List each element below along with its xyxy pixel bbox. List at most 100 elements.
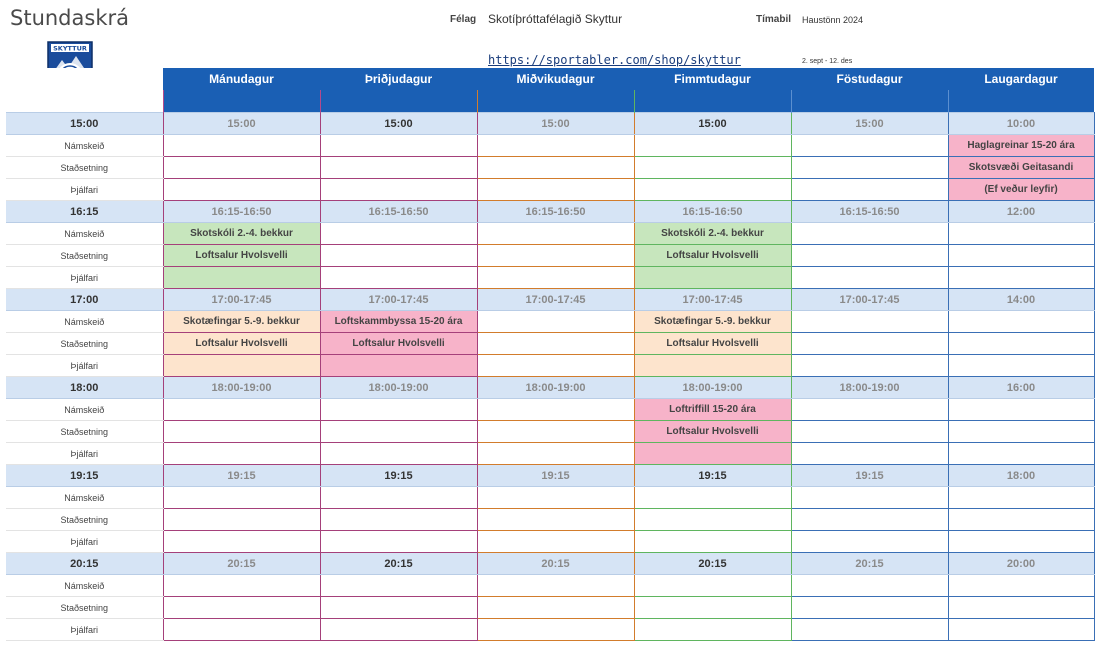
row-label: Staðsetning	[6, 244, 163, 267]
time-slot: 18:00-19:00	[319, 376, 478, 399]
schedule-cell	[476, 530, 635, 553]
schedule-cell	[633, 156, 792, 179]
schedule-cell	[319, 156, 478, 179]
schedule-cell	[790, 574, 949, 597]
schedule-cell	[162, 156, 321, 179]
schedule-cell	[947, 266, 1095, 289]
row-label: Staðsetning	[6, 156, 163, 179]
schedule-cell	[947, 442, 1095, 465]
schedule-cell	[162, 574, 321, 597]
row-label: Þjálfari	[6, 530, 163, 553]
schedule-cell	[790, 244, 949, 267]
schedule-cell	[633, 178, 792, 201]
period-label: Tímabil	[756, 14, 792, 25]
schedule-cell: Loftsalur Hvolsvelli	[633, 420, 792, 443]
time-slot: 18:00-19:00	[790, 376, 949, 399]
schedule-cell	[947, 420, 1095, 443]
schedule-cell	[319, 574, 478, 597]
schedule-cell	[790, 332, 949, 355]
schedule-cell	[476, 486, 635, 509]
schedule-cell	[790, 156, 949, 179]
day-header-tuesday: Þriðjudagur	[320, 68, 477, 90]
schedule-cell	[319, 596, 478, 619]
day-header-friday: Föstudagur	[791, 68, 948, 90]
schedule-cell	[319, 420, 478, 443]
schedule-cell	[319, 178, 478, 201]
schedule-cell	[476, 574, 635, 597]
schedule-cell	[947, 486, 1095, 509]
schedule-cell	[790, 178, 949, 201]
time-slot: 15:00	[633, 112, 792, 135]
time-slot: 17:00-17:45	[790, 288, 949, 311]
schedule-cell	[476, 596, 635, 619]
schedule-cell	[790, 354, 949, 377]
schedule-cell	[476, 134, 635, 157]
time-slot: 19:15	[319, 464, 478, 487]
time-slot: 18:00-19:00	[633, 376, 792, 399]
time-slot: 19:15	[633, 464, 792, 487]
schedule-cell	[947, 398, 1095, 421]
schedule-cell: Skotæfingar 5.-9. bekkur	[633, 310, 792, 333]
schedule-cell	[162, 178, 321, 201]
schedule-cell	[162, 354, 321, 377]
block-time: 20:15	[6, 552, 163, 575]
schedule-cell	[319, 618, 478, 641]
schedule-cell: Loftsalur Hvolsvelli	[162, 332, 321, 355]
schedule-cell	[319, 354, 478, 377]
club-name: Skotíþróttafélagið Skyttur	[488, 12, 623, 26]
schedule-cell	[947, 310, 1095, 333]
schedule-cell	[319, 486, 478, 509]
time-slot: 16:15-16:50	[319, 200, 478, 223]
row-label: Staðsetning	[6, 420, 163, 443]
corner-blank	[6, 90, 163, 113]
time-slot: 18:00-19:00	[162, 376, 321, 399]
club-label: Félag	[450, 14, 477, 25]
time-slot: 20:15	[790, 552, 949, 575]
schedule-cell	[476, 420, 635, 443]
time-slot: 17:00-17:45	[162, 288, 321, 311]
time-slot: 17:00-17:45	[476, 288, 635, 311]
time-slot: 15:00	[476, 112, 635, 135]
schedule-cell	[790, 530, 949, 553]
schedule-cell	[162, 618, 321, 641]
row-label: Námskeið	[6, 574, 163, 597]
schedule-cell	[476, 222, 635, 245]
row-label: Námskeið	[6, 486, 163, 509]
shop-link[interactable]: https://sportabler.com/shop/skyttur	[488, 53, 741, 67]
schedule-cell: Loftsalur Hvolsvelli	[162, 244, 321, 267]
schedule-cell	[162, 442, 321, 465]
time-slot: 16:00	[947, 376, 1095, 399]
schedule-cell	[319, 134, 478, 157]
schedule-cell	[476, 156, 635, 179]
schedule-cell	[947, 354, 1095, 377]
block-time: 17:00	[6, 288, 163, 311]
time-slot: 17:00-17:45	[319, 288, 478, 311]
schedule-cell	[319, 530, 478, 553]
row-label: Þjálfari	[6, 178, 163, 201]
day-header-monday: Mánudagur	[163, 68, 320, 90]
schedule-cell: Loftsalur Hvolsvelli	[633, 332, 792, 355]
time-slot: 16:15-16:50	[476, 200, 635, 223]
corner-blank	[6, 68, 163, 90]
time-slot: 20:00	[947, 552, 1095, 575]
schedule-cell	[633, 530, 792, 553]
time-slot: 15:00	[162, 112, 321, 135]
schedule-cell	[790, 134, 949, 157]
schedule-cell: Loftsalur Hvolsvelli	[319, 332, 478, 355]
time-slot: 10:00	[947, 112, 1095, 135]
time-slot: 20:15	[319, 552, 478, 575]
schedule-cell: Skotskóli 2.-4. bekkur	[633, 222, 792, 245]
schedule-cell: Loftskammbyssa 15-20 ára	[319, 310, 478, 333]
schedule-cell	[162, 508, 321, 531]
schedule-cell	[476, 266, 635, 289]
schedule-cell	[947, 508, 1095, 531]
schedule-cell: (Ef veður leyfir)	[947, 178, 1095, 201]
time-slot: 16:15-16:50	[633, 200, 792, 223]
schedule-cell	[319, 398, 478, 421]
schedule-cell	[947, 530, 1095, 553]
schedule-cell	[319, 244, 478, 267]
schedule-cell	[790, 596, 949, 619]
schedule-cell	[476, 442, 635, 465]
day-subheader	[947, 90, 1094, 113]
row-label: Námskeið	[6, 398, 163, 421]
